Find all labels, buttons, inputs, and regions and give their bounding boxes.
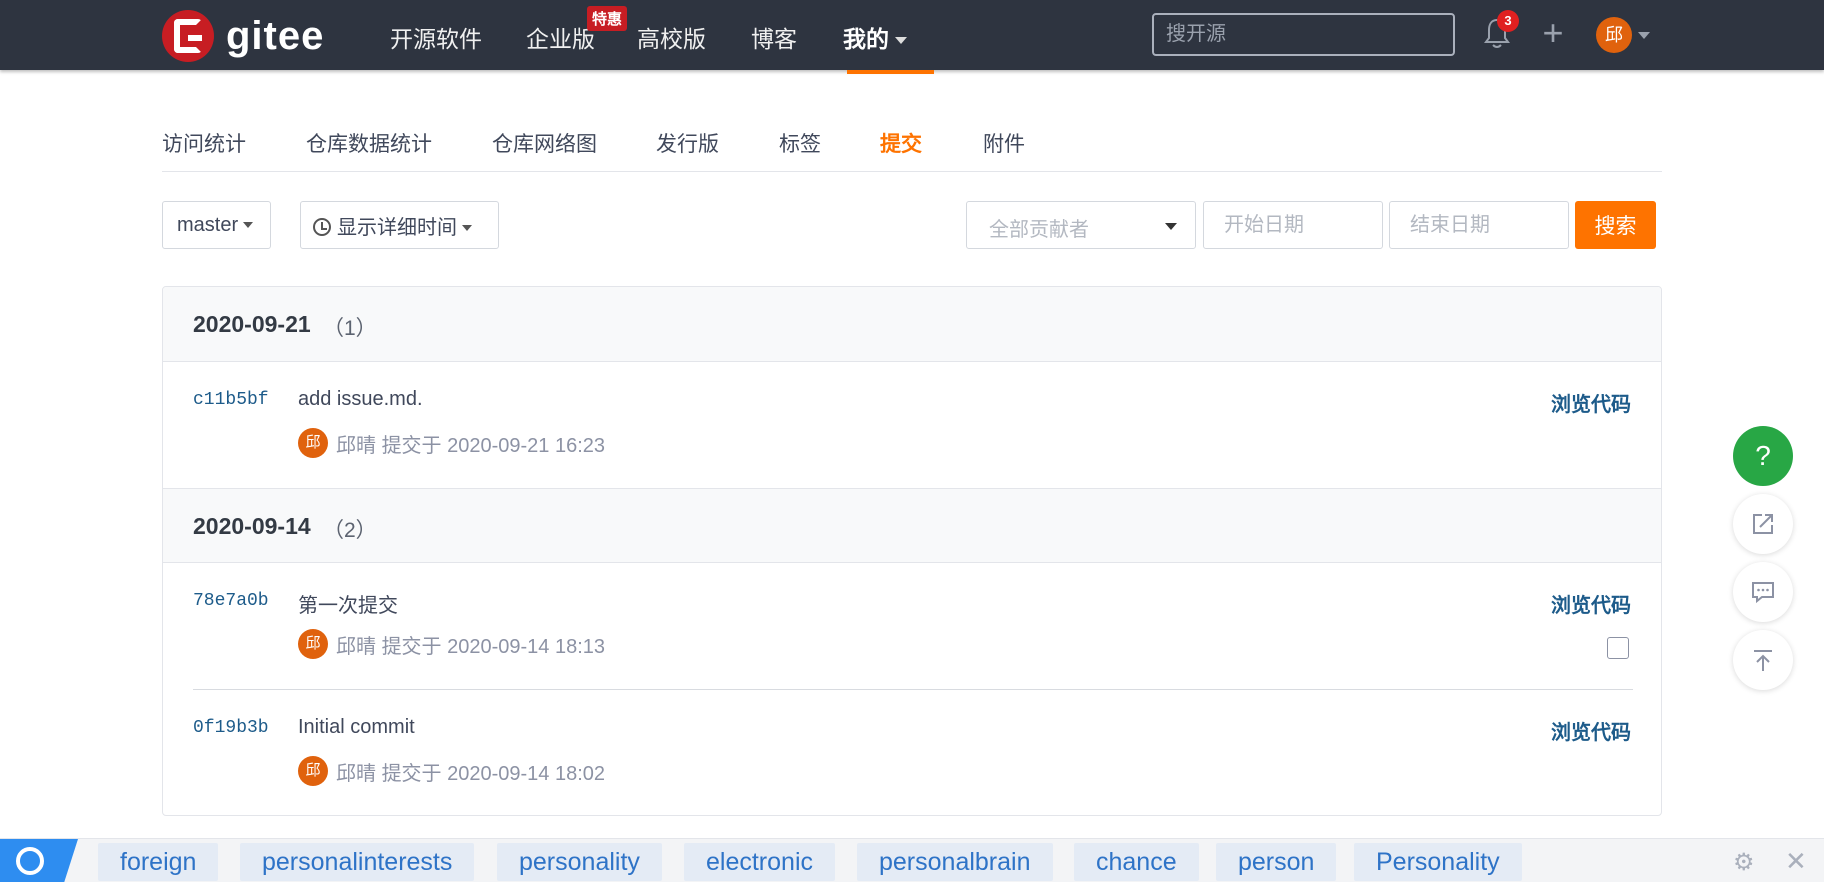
gitee-logo-icon: [162, 10, 214, 62]
author-avatar[interactable]: 邱: [298, 428, 328, 458]
commit-sha[interactable]: c11b5bf: [193, 390, 269, 410]
browse-code-link[interactable]: 浏览代码: [1551, 388, 1631, 417]
comment-icon: [1752, 582, 1774, 604]
contributor-placeholder: 全部贡献者: [989, 219, 1089, 241]
commit-time: 提交于 2020-09-21 16:23: [381, 434, 606, 457]
chevron-down-icon: [462, 225, 472, 232]
special-offer-badge: 特惠: [587, 6, 628, 31]
tag-electronic[interactable]: electronic: [684, 843, 835, 881]
end-date-input[interactable]: [1389, 201, 1569, 249]
search-button[interactable]: 搜索: [1575, 201, 1656, 249]
repo-subtabs: 访问统计 仓库数据统计 仓库网络图 发行版 标签 提交 附件: [162, 128, 1662, 172]
commit-author[interactable]: 邱晴: [336, 630, 376, 659]
tab-network-graph[interactable]: 仓库网络图: [492, 128, 597, 158]
chevron-down-icon: [243, 222, 254, 229]
commit-list: 2020-09-21 （1） c11b5bf add issue.md. 浏览代…: [162, 286, 1662, 816]
commit-row: c11b5bf add issue.md. 浏览代码 邱 邱晴 提交于 2020…: [163, 362, 1661, 488]
nav-open-source[interactable]: 开源软件: [390, 20, 482, 54]
tag-personalbrain[interactable]: personalbrain: [857, 843, 1053, 881]
tag-person[interactable]: person: [1216, 843, 1337, 881]
back-to-top-button[interactable]: [1733, 630, 1793, 690]
contributor-select[interactable]: 全部贡献者: [966, 201, 1196, 249]
nav-mine-label: 我的: [843, 26, 889, 52]
start-date-input[interactable]: [1203, 201, 1383, 249]
tag-Personality[interactable]: Personality: [1354, 843, 1522, 881]
gitee-logo[interactable]: gitee: [162, 10, 324, 62]
tag-personality[interactable]: personality: [497, 843, 662, 881]
author-avatar[interactable]: 邱: [298, 629, 328, 659]
chevron-down-icon: [1165, 223, 1177, 230]
nav-mine[interactable]: 我的: [843, 20, 907, 54]
search-input[interactable]: [1152, 13, 1455, 56]
commit-message[interactable]: add issue.md.: [298, 388, 423, 411]
commit-date: 2020-09-21: [193, 311, 311, 337]
tab-tags[interactable]: 标签: [779, 128, 821, 158]
branch-label: master: [177, 213, 239, 236]
commit-meta: 邱 邱晴 提交于 2020-09-14 18:02: [298, 756, 605, 786]
bottom-tag-bar: foreign personalinterests personality el…: [0, 838, 1824, 882]
top-navbar: gitee 开源软件 企业版 特惠 高校版 博客 我的 3 + 邱: [0, 0, 1824, 74]
chevron-down-icon: [895, 37, 907, 45]
user-avatar[interactable]: 邱: [1596, 17, 1632, 53]
commit-time: 提交于 2020-09-14 18:02: [381, 762, 606, 785]
active-nav-indicator: [847, 70, 934, 74]
arrow-up-icon: [1754, 650, 1772, 671]
bar-logo-icon[interactable]: [0, 839, 78, 882]
tab-visit-stats[interactable]: 访问统计: [162, 128, 246, 158]
author-avatar[interactable]: 邱: [298, 756, 328, 786]
commit-time: 提交于 2020-09-14 18:13: [381, 635, 606, 658]
gear-icon[interactable]: ⚙: [1733, 848, 1755, 877]
commit-row: 78e7a0b 第一次提交 浏览代码 邱 邱晴 提交于 2020-09-14 1…: [163, 563, 1661, 689]
chevron-down-icon[interactable]: [1638, 32, 1650, 39]
share-button[interactable]: [1733, 494, 1793, 554]
question-icon: ?: [1755, 440, 1771, 471]
commit-message[interactable]: 第一次提交: [298, 589, 398, 618]
nav-university[interactable]: 高校版: [637, 20, 706, 54]
logo-text: gitee: [226, 13, 325, 58]
commit-count: （1）: [323, 317, 377, 340]
tag-foreign[interactable]: foreign: [98, 843, 219, 881]
detail-time-label: 显示详细时间: [337, 216, 457, 239]
close-icon[interactable]: ✕: [1785, 846, 1807, 877]
commit-meta: 邱 邱晴 提交于 2020-09-14 18:13: [298, 629, 605, 659]
commit-checkbox[interactable]: [1607, 637, 1629, 659]
help-button[interactable]: ?: [1733, 426, 1793, 486]
browse-code-link[interactable]: 浏览代码: [1551, 589, 1631, 618]
commit-author[interactable]: 邱晴: [336, 429, 376, 458]
detail-time-toggle[interactable]: 显示详细时间: [300, 201, 499, 249]
tab-attachments[interactable]: 附件: [983, 128, 1025, 158]
history-clock-icon: [313, 217, 331, 236]
feedback-button[interactable]: [1733, 562, 1793, 622]
commit-sha[interactable]: 0f19b3b: [193, 718, 269, 738]
nav-enterprise[interactable]: 企业版: [526, 20, 595, 54]
commit-date-header: 2020-09-21 （1）: [163, 287, 1661, 362]
tag-personalinterests[interactable]: personalinterests: [240, 843, 475, 881]
commit-sha[interactable]: 78e7a0b: [193, 591, 269, 611]
plus-icon[interactable]: +: [1538, 15, 1568, 51]
notification-count-badge: 3: [1497, 10, 1519, 32]
browse-code-link[interactable]: 浏览代码: [1551, 716, 1631, 745]
share-icon: [1753, 514, 1773, 534]
commit-count: （2）: [323, 519, 377, 542]
tab-releases[interactable]: 发行版: [656, 128, 719, 158]
nav-blog[interactable]: 博客: [751, 20, 797, 54]
tag-chance[interactable]: chance: [1074, 843, 1199, 881]
commit-author[interactable]: 邱晴: [336, 757, 376, 786]
commit-meta: 邱 邱晴 提交于 2020-09-21 16:23: [298, 428, 605, 458]
branch-dropdown[interactable]: master: [162, 201, 271, 249]
commit-message[interactable]: Initial commit: [298, 716, 415, 739]
commit-date-header: 2020-09-14 （2）: [163, 488, 1661, 563]
commit-row: 0f19b3b Initial commit 浏览代码 邱 邱晴 提交于 202…: [163, 690, 1661, 815]
commit-date: 2020-09-14: [193, 513, 311, 539]
tab-commits[interactable]: 提交: [880, 128, 922, 158]
tab-repo-data-stats[interactable]: 仓库数据统计: [306, 128, 432, 158]
